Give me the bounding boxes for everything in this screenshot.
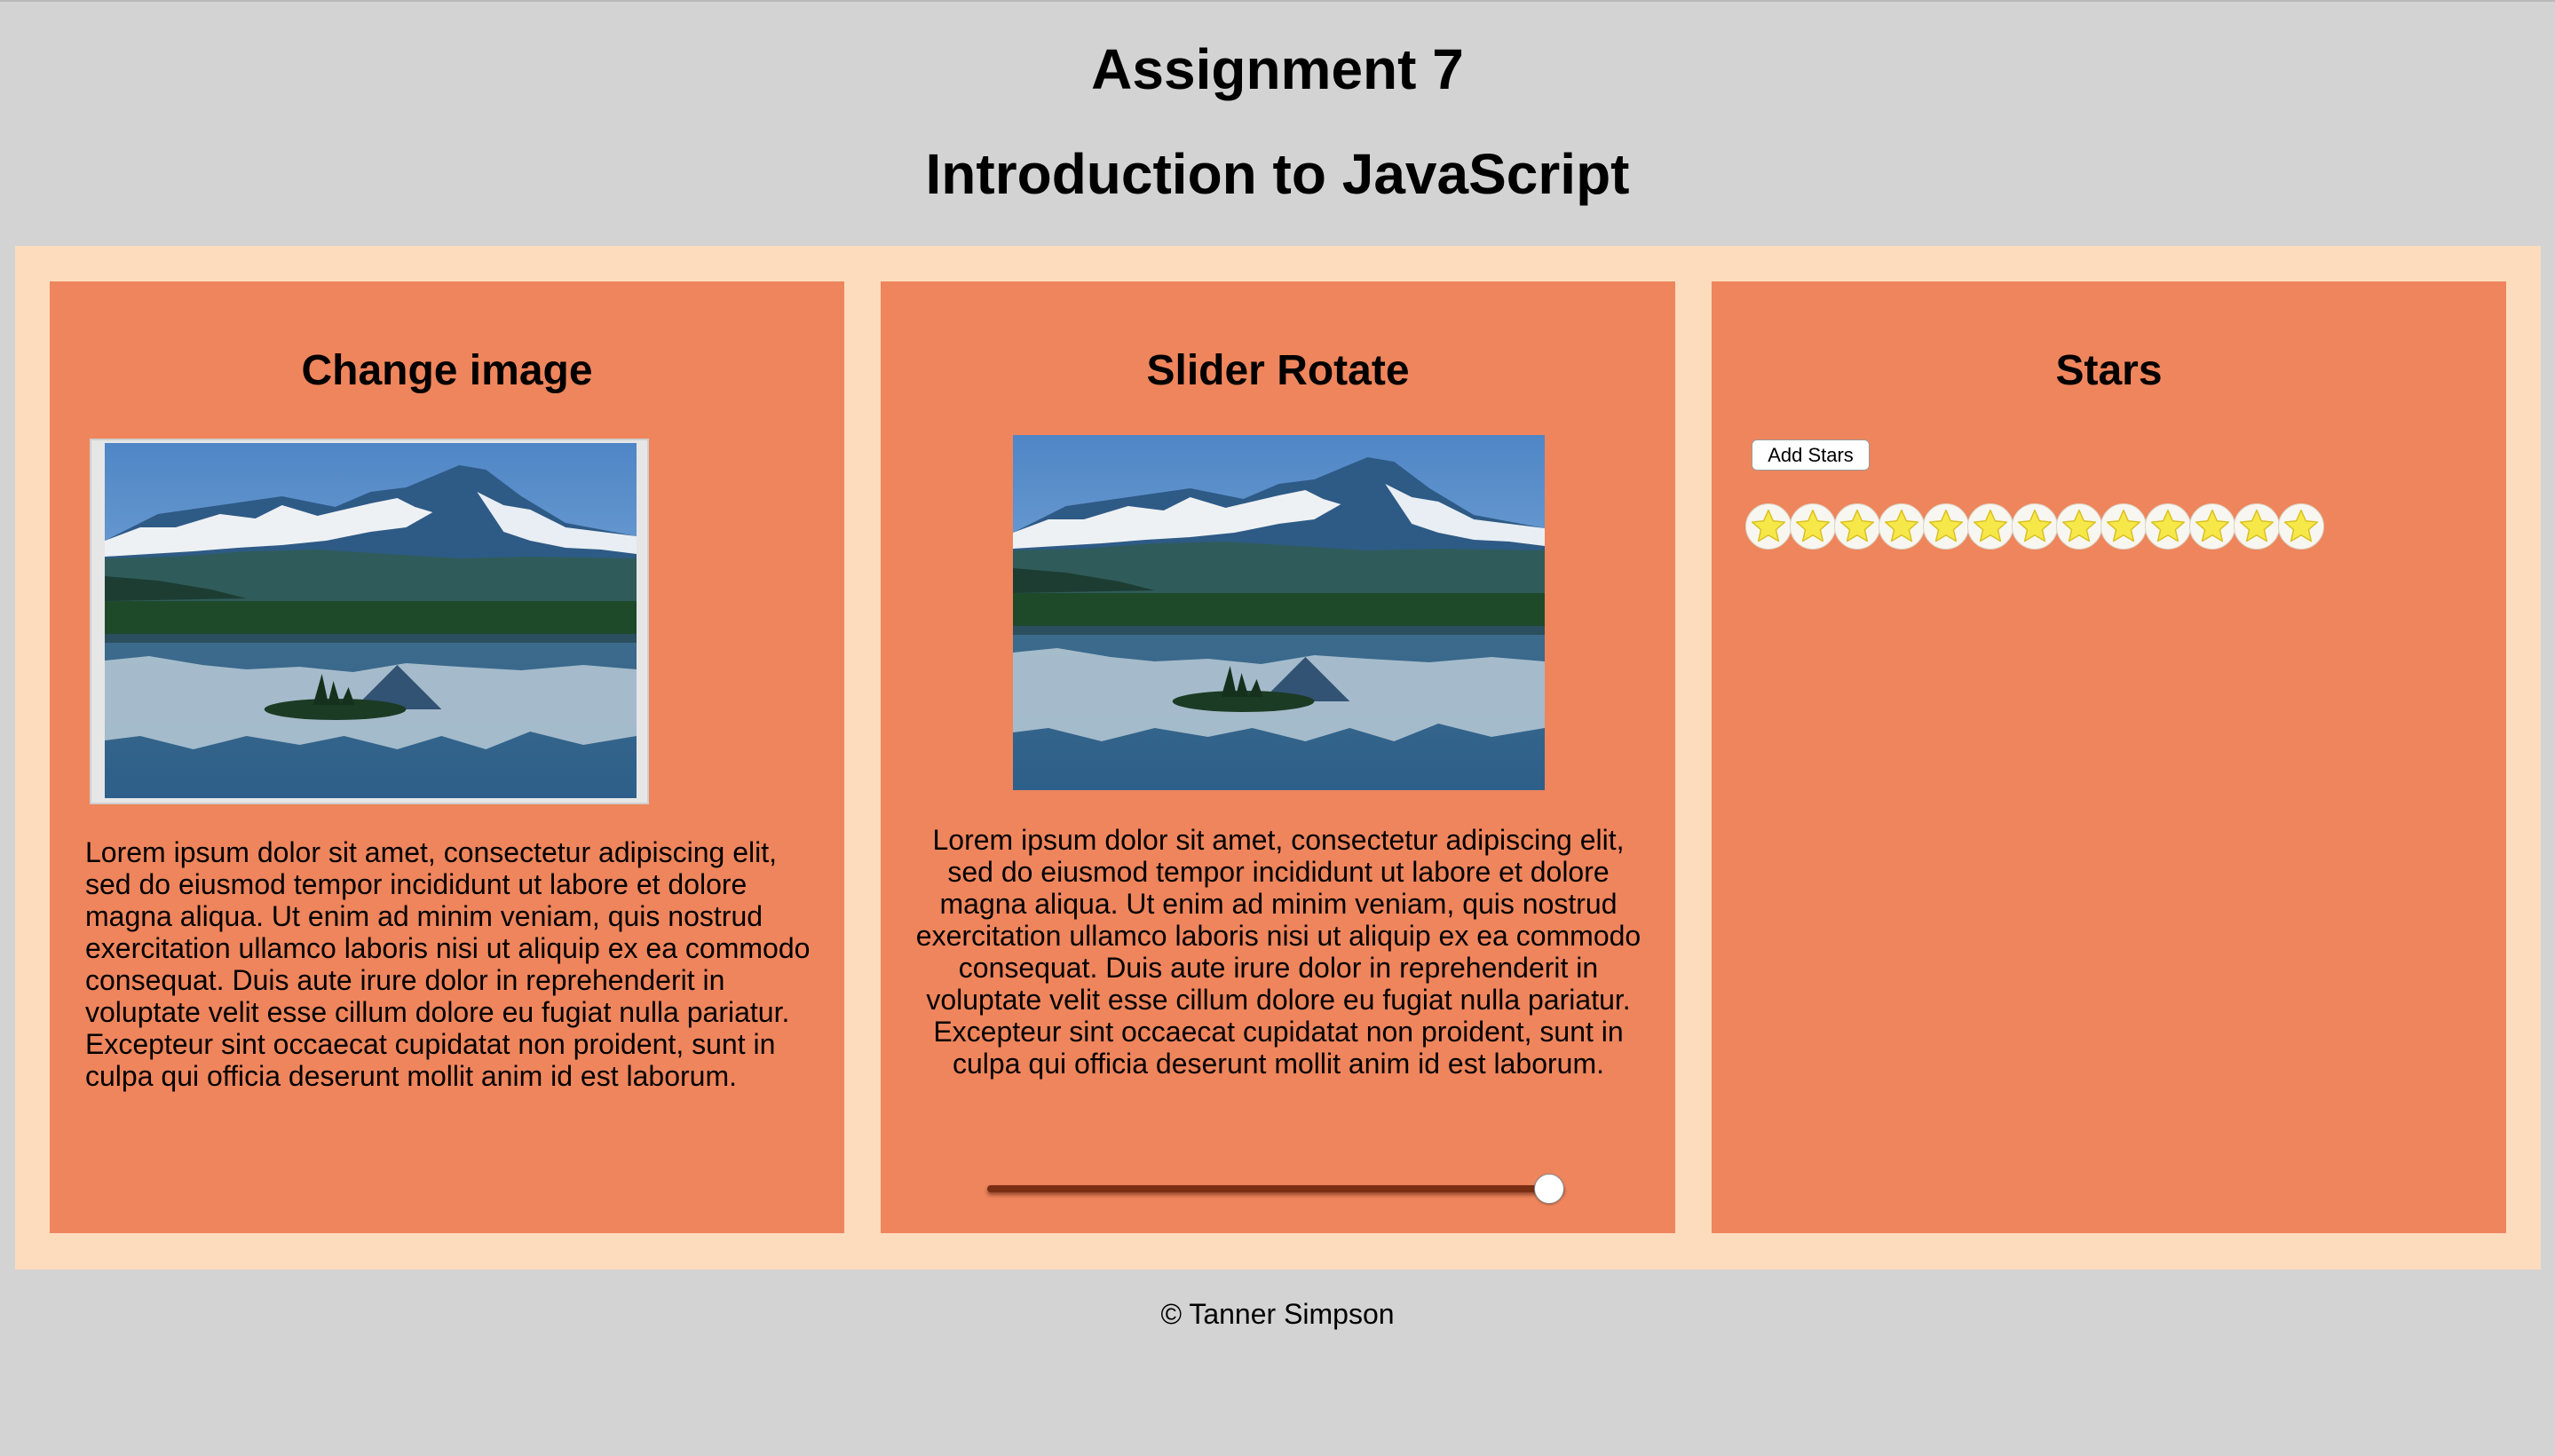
mountain-lake-image[interactable] xyxy=(105,443,637,798)
star-icon xyxy=(1879,503,1925,550)
star-icon xyxy=(1745,503,1792,550)
slider-thumb[interactable] xyxy=(1534,1174,1564,1204)
star-icon xyxy=(1967,503,2013,550)
star-icon xyxy=(1834,503,1880,550)
rotating-mountain-lake-image xyxy=(1013,435,1545,790)
star-icon xyxy=(2056,503,2102,550)
stars-row xyxy=(1745,503,2324,550)
stars-card: Stars Add Stars xyxy=(1712,281,2506,1233)
change-image-frame[interactable] xyxy=(90,439,649,804)
cards-container: Change image Lorem ipsum dolor sit amet,… xyxy=(15,246,2541,1270)
star-icon xyxy=(2145,503,2191,550)
change-image-heading: Change image xyxy=(301,347,593,394)
star-icon xyxy=(1790,503,1836,550)
star-icon xyxy=(2100,503,2147,550)
top-divider xyxy=(0,0,2555,2)
slider-rotate-heading: Slider Rotate xyxy=(1146,347,1410,394)
slider-track[interactable] xyxy=(987,1185,1564,1192)
star-icon xyxy=(2189,503,2235,550)
page-subtitle: Introduction to JavaScript xyxy=(925,142,1630,206)
star-icon xyxy=(2278,503,2324,550)
star-icon xyxy=(1923,503,1969,550)
star-icon xyxy=(2234,503,2280,550)
change-image-card: Change image Lorem ipsum dolor sit amet,… xyxy=(50,281,844,1233)
stars-heading: Stars xyxy=(2055,347,2163,394)
add-stars-button[interactable]: Add Stars xyxy=(1752,439,1870,471)
change-image-text: Lorem ipsum dolor sit amet, consectetur … xyxy=(85,836,811,1092)
page-title: Assignment 7 xyxy=(1091,37,1464,101)
slider-rotate-card: Slider Rotate Lorem ipsum dolor sit amet… xyxy=(881,281,1675,1233)
star-icon xyxy=(2012,503,2058,550)
slider-rotate-text: Lorem ipsum dolor sit amet, consectetur … xyxy=(915,824,1641,1080)
rotate-slider[interactable] xyxy=(987,1172,1564,1207)
footer-copyright: © Tanner Simpson xyxy=(1160,1298,1395,1330)
